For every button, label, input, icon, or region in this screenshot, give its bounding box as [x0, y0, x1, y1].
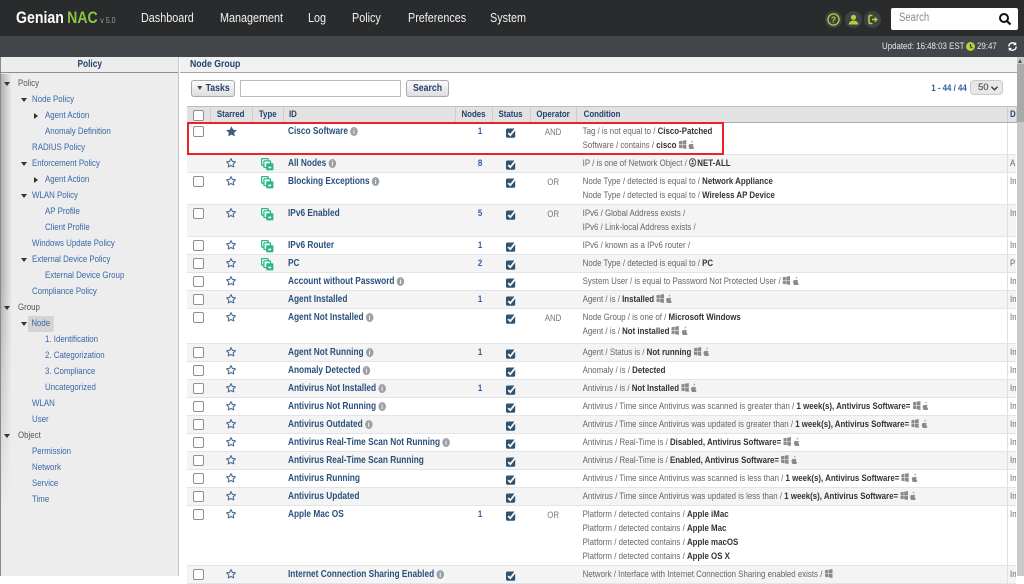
- svg-text:?: ?: [831, 15, 836, 25]
